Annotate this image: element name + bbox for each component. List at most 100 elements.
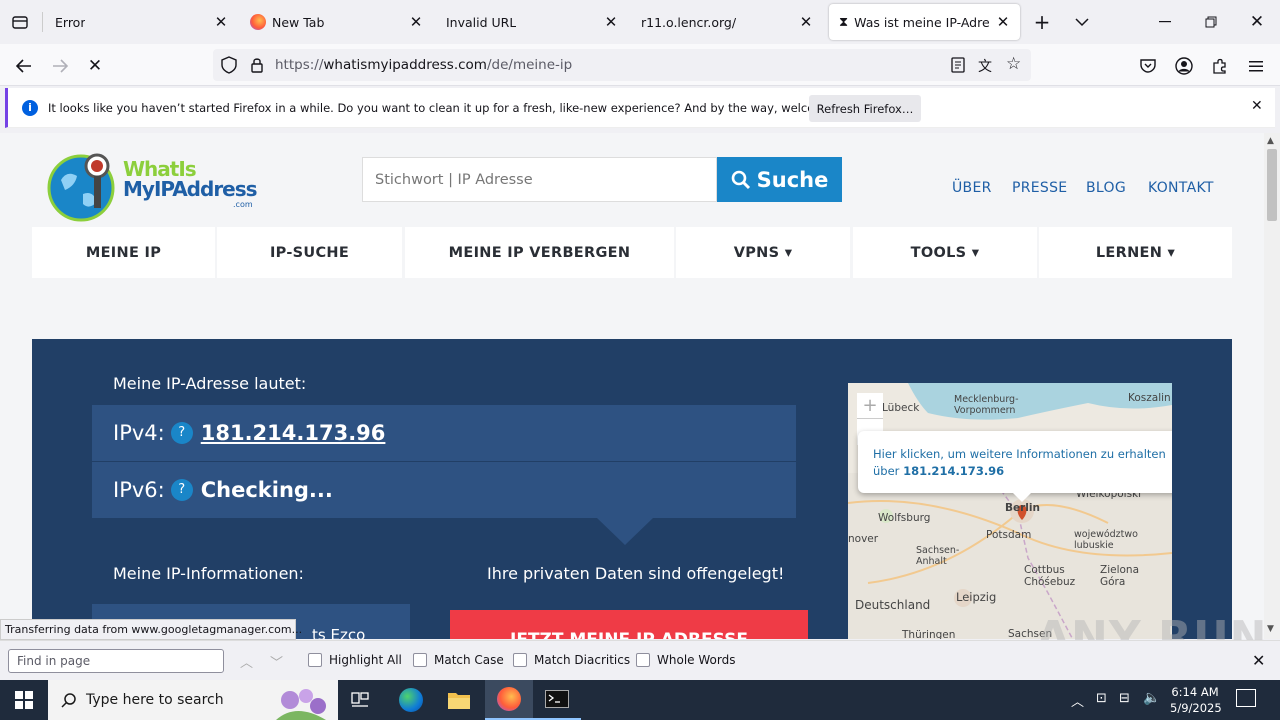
hourglass-icon: ⧗	[839, 14, 849, 30]
exposed-text: Ihre privaten Daten sind offengelegt!	[487, 564, 785, 583]
close-icon[interactable]: ✕	[797, 13, 815, 31]
help-icon[interactable]: ?	[170, 422, 193, 444]
search-button[interactable]: Suche	[717, 157, 842, 202]
pocket-icon[interactable]	[1134, 52, 1162, 80]
ipv4-label: IPv4:	[113, 421, 165, 445]
close-icon[interactable]: ✕	[602, 13, 620, 31]
firefox-icon	[250, 14, 266, 30]
nav-vpns[interactable]: VPNS ▾	[676, 227, 850, 278]
close-icon[interactable]: ✕	[212, 13, 230, 31]
link-presse[interactable]: PRESSE	[1012, 180, 1067, 196]
url-bar[interactable]: https://whatismyipaddress.com/de/meine-i…	[213, 49, 1031, 81]
popup-tip	[1012, 492, 1032, 502]
new-tab-button[interactable]: +	[1028, 8, 1056, 36]
ip-hero-panel: Meine IP-Adresse lautet: IPv4: ? 181.214…	[32, 339, 1232, 639]
ipv6-label: IPv6:	[113, 478, 165, 502]
firefox-taskbar-icon[interactable]	[485, 680, 533, 720]
windows-start-icon[interactable]	[0, 680, 48, 720]
refresh-firefox-button[interactable]: Refresh Firefox…	[809, 95, 921, 122]
tab-whatismyip[interactable]: ⧗ Was ist meine IP-Adresse? ✕	[829, 4, 1020, 40]
pointer-arrow	[597, 518, 653, 545]
tab-invalid-url[interactable]: Invalid URL ✕	[433, 0, 628, 44]
tab-new-tab[interactable]: New Tab ✕	[238, 0, 433, 44]
taskbar-clock[interactable]: 6:14 AM 5/9/2025	[1170, 684, 1222, 716]
find-next-icon[interactable]: ﹀	[270, 652, 283, 671]
file-explorer-icon[interactable]	[435, 680, 483, 720]
map-label: Zielona Góra	[1100, 564, 1140, 588]
info-partial-text: ts Ezco	[312, 626, 366, 639]
minimize-button[interactable]	[1151, 8, 1179, 36]
reader-view-icon[interactable]	[951, 57, 965, 77]
ipv4-value[interactable]: 181.214.173.96	[201, 421, 386, 445]
checkbox-label: Whole Words	[657, 653, 736, 667]
task-view-icon[interactable]	[336, 680, 384, 720]
url-text[interactable]: https://whatismyipaddress.com/de/meine-i…	[275, 57, 572, 73]
map-popup[interactable]: Hier klicken, um weitere Informationen z…	[858, 431, 1172, 493]
bookmark-star-icon[interactable]: ☆	[1006, 54, 1021, 74]
list-tabs-button[interactable]	[1068, 8, 1096, 36]
extensions-icon[interactable]	[1206, 52, 1234, 80]
translate-icon[interactable]: 文	[978, 56, 992, 76]
shield-icon[interactable]	[221, 56, 237, 78]
status-tooltip: Transferring data from www.googletagmana…	[0, 619, 302, 640]
nav-meine-ip-verbergen[interactable]: MEINE IP VERBERGEN	[405, 227, 674, 278]
match-diacritics-checkbox[interactable]: Match Diacritics	[513, 653, 630, 667]
search-button-label: Suche	[756, 167, 829, 192]
link-ueber[interactable]: ÜBER	[952, 180, 992, 196]
info-icon: i	[22, 100, 38, 116]
tab-error[interactable]: Error ✕	[43, 0, 238, 44]
menu-icon[interactable]	[1242, 52, 1270, 80]
hide-ip-button[interactable]: JETZT MEINE IP ADRESSE	[450, 610, 808, 639]
tab-label: Error	[55, 14, 86, 30]
lock-icon[interactable]	[250, 57, 264, 77]
find-previous-icon[interactable]: ︿	[240, 652, 253, 671]
restore-button[interactable]	[1197, 8, 1225, 36]
stop-loading-button[interactable]: ✕	[81, 52, 109, 80]
link-blog[interactable]: BLOG	[1086, 180, 1126, 196]
close-icon[interactable]: ✕	[994, 13, 1012, 31]
logo-text-3: .com	[233, 200, 253, 209]
whole-words-checkbox[interactable]: Whole Words	[636, 653, 735, 667]
close-window-button[interactable]: ✕	[1243, 8, 1271, 36]
globe-icon	[47, 153, 115, 222]
network-drive-icon[interactable]: ⊡	[1096, 691, 1107, 706]
map-popup-ip: 181.214.173.96	[903, 464, 1005, 478]
zoom-in-button[interactable]: +	[857, 393, 883, 419]
account-icon[interactable]	[1170, 52, 1198, 80]
map-popup-line1: Hier klicken, um weitere Informationen z…	[873, 447, 1166, 461]
notifications-icon[interactable]	[1236, 689, 1256, 707]
tab-r11[interactable]: r11.o.lencr.org/ ✕	[628, 0, 823, 44]
nav-meine-ip[interactable]: MEINE IP	[32, 227, 215, 278]
close-find-bar-icon[interactable]: ✕	[1252, 651, 1265, 670]
help-icon[interactable]: ?	[170, 479, 193, 501]
back-button[interactable]	[10, 52, 38, 80]
tab-manager-icon[interactable]	[6, 8, 34, 36]
chevron-up-icon[interactable]: ︿	[1071, 691, 1084, 710]
taskbar-search[interactable]: Type here to search	[48, 680, 338, 720]
map-label: Lübeck	[882, 402, 920, 414]
search-icon	[731, 170, 750, 189]
find-input[interactable]: Find in page	[8, 649, 224, 673]
map-popup-prefix: über	[873, 464, 900, 478]
volume-icon[interactable]: 🔈	[1143, 690, 1160, 706]
tab-label: Was ist meine IP-Adresse?	[854, 14, 990, 30]
url-prefix: https://	[275, 57, 324, 73]
edge-icon[interactable]	[387, 680, 435, 720]
forward-button[interactable]	[46, 52, 74, 80]
site-search-input[interactable]: Stichwort | IP Adresse	[362, 157, 717, 202]
map-label: Cottbus Chóśebuz	[1024, 564, 1076, 588]
scrollbar-thumb[interactable]	[1267, 149, 1277, 221]
nav-lernen[interactable]: LERNEN ▾	[1039, 227, 1232, 278]
nav-tools[interactable]: TOOLS ▾	[853, 227, 1037, 278]
page-scrollbar[interactable]: ▲ ▼	[1264, 133, 1280, 639]
match-case-checkbox[interactable]: Match Case	[413, 653, 504, 667]
location-map[interactable]: Lübeck Mecklenburg-Vorpommern Koszalin W…	[848, 383, 1172, 639]
close-icon[interactable]: ✕	[407, 13, 425, 31]
nav-ip-suche[interactable]: IP-SUCHE	[217, 227, 402, 278]
terminal-icon[interactable]	[533, 680, 581, 720]
close-icon[interactable]: ✕	[1251, 98, 1263, 114]
network-icon[interactable]: ⊟	[1119, 691, 1130, 706]
map-label: Potsdam	[986, 529, 1032, 541]
link-kontakt[interactable]: KONTAKT	[1148, 180, 1214, 196]
highlight-all-checkbox[interactable]: Highlight All	[308, 653, 402, 667]
